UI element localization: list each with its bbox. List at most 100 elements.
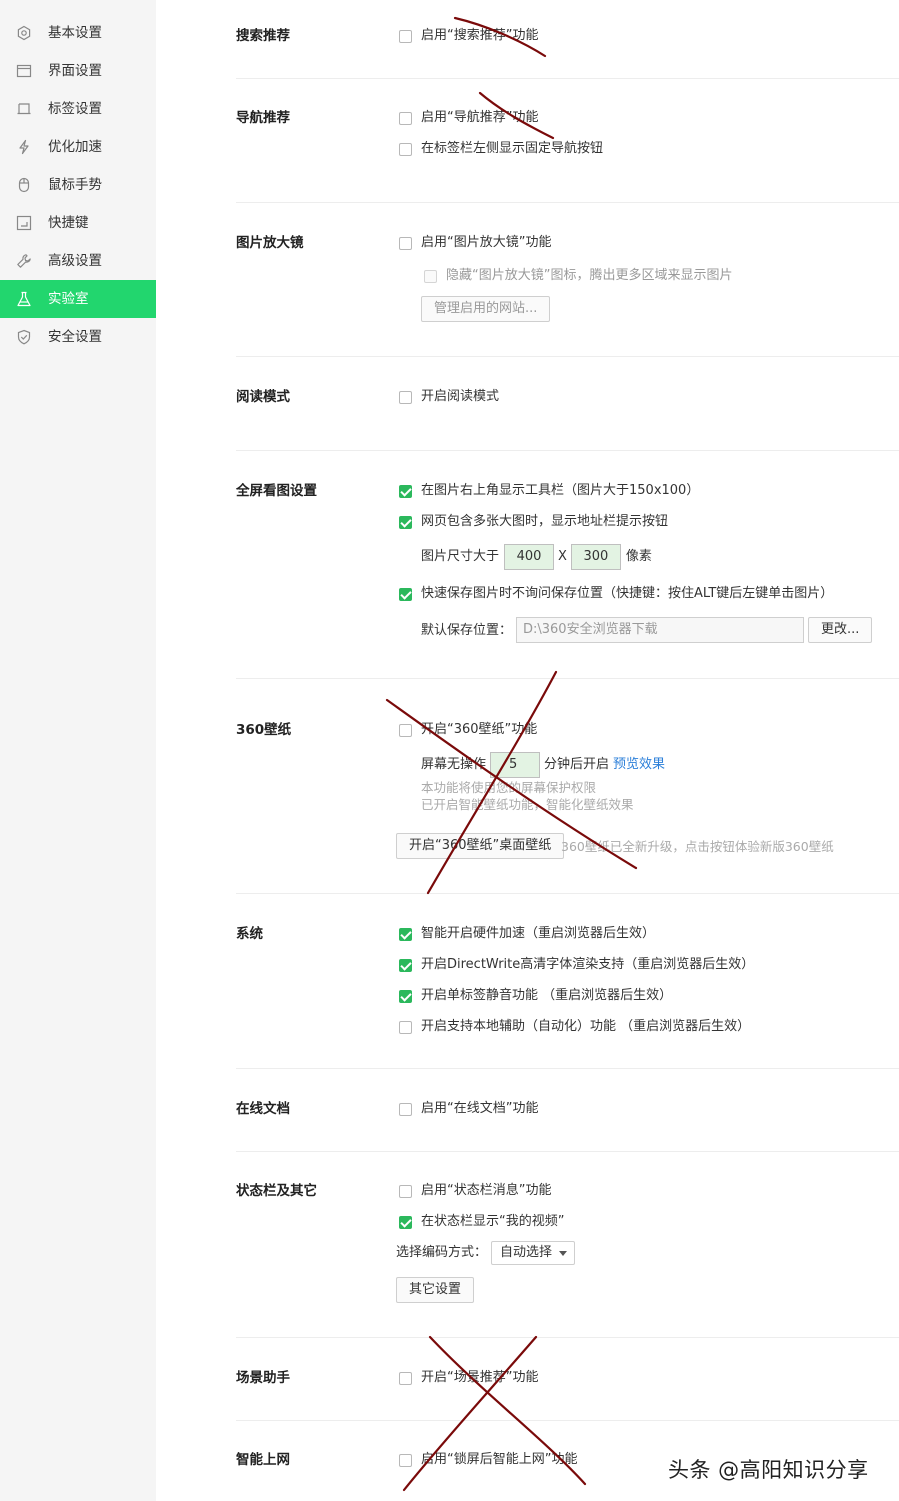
sidebar-item-label: 安全设置 [48, 329, 102, 345]
checkbox[interactable] [399, 29, 412, 43]
option-label: 启用“搜索推荐”功能 [421, 28, 539, 43]
checkbox[interactable] [399, 1371, 412, 1385]
flask-icon [16, 291, 32, 307]
checkbox[interactable] [399, 587, 412, 601]
checkbox[interactable] [399, 1020, 412, 1034]
checkbox[interactable] [399, 1184, 412, 1198]
encoding-value: 自动选择 [500, 1245, 553, 1260]
tab-icon [16, 101, 32, 117]
section-title-wallpaper: 360壁纸 [236, 722, 292, 738]
sidebar-item-advanced[interactable]: 高级设置 [0, 242, 156, 280]
manage-sites-button[interactable]: 管理启用的网站... [421, 296, 551, 322]
sidebar-item-label: 快捷键 [48, 215, 89, 231]
option-label: 开启“场景推荐”功能 [421, 1370, 539, 1385]
save-location-label: 默认保存位置： [421, 623, 513, 638]
checkbox[interactable] [399, 515, 412, 529]
option-fixed-nav-button[interactable]: 在标签栏左侧显示固定导航按钮 [399, 140, 603, 158]
idle-row: 屏幕无操作 5 分钟后开启 预览效果 [421, 752, 665, 778]
size-label: 图片尺寸大于 [421, 549, 500, 564]
option-my-video[interactable]: 在状态栏显示“我的视频” [399, 1213, 564, 1231]
sidebar-item-basic[interactable]: 基本设置 [0, 14, 156, 52]
option-label: 启用“在线文档”功能 [421, 1101, 539, 1116]
option-scene-recommend[interactable]: 开启“场景推荐”功能 [399, 1369, 538, 1387]
sidebar-item-label: 高级设置 [48, 253, 102, 269]
option-local-assist[interactable]: 开启支持本地辅助（自动化）功能 （重启浏览器后生效） [399, 1018, 750, 1036]
mouse-icon [16, 177, 32, 193]
option-hw-accel[interactable]: 智能开启硬件加速（重启浏览器后生效） [399, 925, 655, 943]
other-settings-button[interactable]: 其它设置 [396, 1277, 475, 1303]
option-wallpaper[interactable]: 开启“360壁纸”功能 [399, 721, 537, 739]
divider [236, 78, 899, 79]
idle-label: 屏幕无操作 [421, 757, 487, 772]
sidebar-item-tabs[interactable]: 标签设置 [0, 90, 156, 128]
checkbox[interactable] [399, 989, 412, 1003]
checkbox[interactable] [399, 111, 412, 125]
section-title-docs: 在线文档 [236, 1101, 290, 1117]
checkbox[interactable] [399, 1102, 412, 1116]
after-label: 分钟后开启 [544, 757, 610, 772]
sidebar-item-lab[interactable]: 实验室 [0, 280, 156, 318]
sidebar-item-security[interactable]: 安全设置 [0, 318, 156, 356]
option-hide-magnifier-icon[interactable]: 隐藏“图片放大镜”图标，腾出更多区域来显示图片 [424, 267, 732, 285]
option-quick-save[interactable]: 快速保存图片时不询问保存位置（快捷键：按住ALT键后左键单击图片） [399, 585, 833, 603]
checkbox[interactable] [399, 723, 412, 737]
option-label: 网页包含多张大图时，显示地址栏提示按钮 [421, 514, 669, 529]
wallpaper-hint-smart: 已开启智能壁纸功能，智能化壁纸效果 [421, 797, 634, 812]
sidebar-item-shortcuts[interactable]: 快捷键 [0, 204, 156, 242]
checkbox[interactable] [399, 1215, 412, 1229]
checkbox[interactable] [399, 390, 412, 404]
option-reading-mode[interactable]: 开启阅读模式 [399, 388, 499, 406]
settings-icon [16, 25, 32, 41]
option-statusbar-message[interactable]: 启用“状态栏消息”功能 [399, 1182, 551, 1200]
option-label: 在图片右上角显示工具栏（图片大于150x100） [421, 483, 700, 498]
sidebar-item-mouse[interactable]: 鼠标手势 [0, 166, 156, 204]
shield-icon [16, 329, 32, 345]
option-smart-browsing[interactable]: 启用“锁屏后智能上网”功能 [399, 1451, 577, 1469]
divider [236, 678, 899, 679]
section-title-system: 系统 [236, 926, 263, 942]
checkbox[interactable] [399, 927, 412, 941]
option-search-recommend[interactable]: 启用“搜索推荐”功能 [399, 27, 538, 45]
option-online-docs[interactable]: 启用“在线文档”功能 [399, 1100, 538, 1118]
section-title-magnifier: 图片放大镜 [236, 235, 304, 251]
checkbox[interactable] [399, 958, 412, 972]
option-magnifier[interactable]: 启用“图片放大镜”功能 [399, 234, 551, 252]
encoding-select[interactable]: 自动选择 [491, 1241, 576, 1265]
option-image-toolbar[interactable]: 在图片右上角显示工具栏（图片大于150x100） [399, 482, 699, 500]
option-label: 在标签栏左侧显示固定导航按钮 [421, 141, 604, 156]
preview-link[interactable]: 预览效果 [613, 756, 665, 774]
divider [236, 893, 899, 894]
section-title-scene: 场景助手 [236, 1370, 290, 1386]
checkbox[interactable] [399, 236, 412, 250]
section-title-nav: 导航推荐 [236, 110, 290, 126]
option-nav-recommend[interactable]: 启用“导航推荐”功能 [399, 109, 538, 127]
checkbox[interactable] [424, 269, 437, 283]
checkbox[interactable] [399, 142, 412, 156]
sidebar: 基本设置 界面设置 标签设置 优化加速 鼠标手势 快捷键 高级设置 实验室 安全… [0, 0, 156, 1501]
shortcut-icon [16, 215, 32, 231]
option-label: 快速保存图片时不询问保存位置（快捷键：按住ALT键后左键单击图片） [421, 586, 834, 601]
change-path-button[interactable]: 更改... [808, 617, 873, 643]
width-input[interactable]: 400 [504, 544, 555, 570]
option-label: 开启支持本地辅助（自动化）功能 （重启浏览器后生效） [421, 1019, 751, 1034]
option-label: 在状态栏显示“我的视频” [421, 1214, 565, 1229]
caret-down-icon [559, 1251, 568, 1256]
sidebar-item-speed[interactable]: 优化加速 [0, 128, 156, 166]
sidebar-item-label: 基本设置 [48, 25, 102, 41]
window-icon [16, 63, 32, 79]
option-label: 启用“导航推荐”功能 [421, 110, 539, 125]
checkbox[interactable] [399, 484, 412, 498]
option-addressbar-hint[interactable]: 网页包含多张大图时，显示地址栏提示按钮 [399, 513, 668, 531]
option-tab-mute[interactable]: 开启单标签静音功能 （重启浏览器后生效） [399, 987, 672, 1005]
minutes-input[interactable]: 5 [490, 752, 541, 778]
divider [236, 356, 899, 357]
save-path-input[interactable]: D:\360安全浏览器下载 [516, 617, 804, 643]
checkbox[interactable] [399, 1453, 412, 1467]
option-directwrite[interactable]: 开启DirectWrite高清字体渲染支持（重启浏览器后生效） [399, 956, 754, 974]
wrench-icon [16, 253, 32, 269]
section-title-smart: 智能上网 [236, 1452, 290, 1468]
desktop-wallpaper-button[interactable]: 开启“360壁纸”桌面壁纸 [396, 833, 565, 859]
sidebar-item-interface[interactable]: 界面设置 [0, 52, 156, 90]
section-title-fullscreen: 全屏看图设置 [236, 483, 317, 499]
height-input[interactable]: 300 [570, 544, 621, 570]
